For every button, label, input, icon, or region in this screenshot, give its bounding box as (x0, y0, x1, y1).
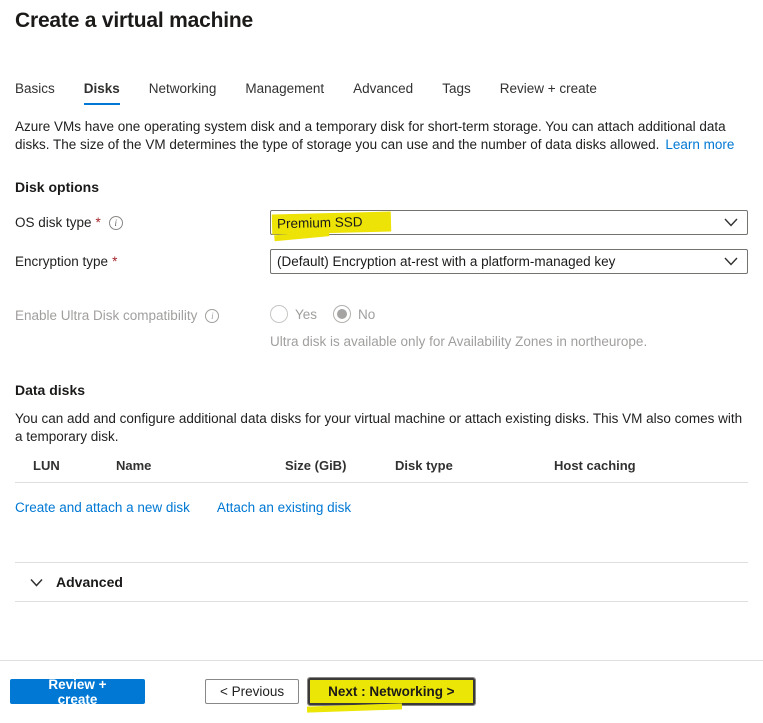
os-disk-type-value: Premium SSD (272, 211, 391, 234)
tab-disks[interactable]: Disks (84, 81, 120, 105)
attach-existing-disk-link[interactable]: Attach an existing disk (217, 500, 351, 515)
ultra-disk-field: Yes No Ultra disk is available only for … (270, 305, 647, 349)
create-vm-page: Create a virtual machine Basics Disks Ne… (0, 0, 763, 602)
os-disk-type-row: OS disk type * i Premium SSD (15, 210, 748, 235)
table-divider (15, 482, 748, 483)
tab-review-create[interactable]: Review + create (500, 81, 597, 105)
os-disk-type-select[interactable]: Premium SSD (270, 210, 748, 235)
ultra-disk-label: Enable Ultra Disk compatibility i (15, 308, 270, 323)
ultra-disk-row: Enable Ultra Disk compatibility i Yes No… (15, 305, 748, 349)
encryption-type-value: (Default) Encryption at-rest with a plat… (277, 254, 615, 269)
os-disk-type-label-text: OS disk type (15, 215, 92, 230)
page-title: Create a virtual machine (15, 0, 748, 33)
previous-button[interactable]: < Previous (205, 679, 299, 704)
required-asterisk: * (112, 254, 117, 269)
divider (15, 601, 748, 602)
tab-tags[interactable]: Tags (442, 81, 471, 105)
data-disks-heading: Data disks (15, 382, 748, 398)
ultra-disk-option-yes[interactable]: Yes (270, 305, 317, 323)
advanced-section: Advanced (15, 562, 748, 602)
required-asterisk: * (96, 215, 101, 230)
column-header-host-caching: Host caching (554, 458, 748, 473)
review-create-button[interactable]: Review + create (10, 679, 145, 704)
intro-body: Azure VMs have one operating system disk… (15, 119, 726, 152)
column-header-lun: LUN (33, 458, 116, 473)
info-icon[interactable]: i (205, 309, 219, 323)
ultra-disk-option-no[interactable]: No (333, 305, 375, 323)
chevron-down-icon (724, 257, 738, 266)
option-yes-label: Yes (295, 307, 317, 322)
learn-more-link[interactable]: Learn more (665, 137, 734, 152)
column-header-size: Size (GiB) (285, 458, 395, 473)
data-disks-description: You can add and configure additional dat… (15, 410, 751, 445)
ultra-disk-hint: Ultra disk is available only for Availab… (270, 334, 647, 349)
tab-networking[interactable]: Networking (149, 81, 217, 105)
ultra-disk-label-text: Enable Ultra Disk compatibility (15, 308, 197, 323)
radio-unchecked-icon (270, 305, 288, 323)
tab-management[interactable]: Management (245, 81, 324, 105)
create-attach-new-disk-link[interactable]: Create and attach a new disk (15, 500, 190, 515)
chevron-down-icon (724, 218, 738, 227)
encryption-type-label: Encryption type * (15, 254, 270, 269)
tab-basics[interactable]: Basics (15, 81, 55, 105)
column-header-disk-type: Disk type (395, 458, 554, 473)
disk-options-heading: Disk options (15, 179, 748, 195)
encryption-type-select[interactable]: (Default) Encryption at-rest with a plat… (270, 249, 748, 274)
info-icon[interactable]: i (109, 216, 123, 230)
encryption-type-label-text: Encryption type (15, 254, 108, 269)
column-header-name: Name (116, 458, 285, 473)
data-disks-table-header: LUN Name Size (GiB) Disk type Host cachi… (15, 458, 748, 473)
next-networking-button[interactable]: Next : Networking > (308, 678, 474, 705)
data-disk-links: Create and attach a new disk Attach an e… (15, 500, 748, 515)
os-disk-type-label: OS disk type * i (15, 215, 270, 230)
intro-text: Azure VMs have one operating system disk… (15, 118, 751, 153)
tab-advanced[interactable]: Advanced (353, 81, 413, 105)
encryption-type-row: Encryption type * (Default) Encryption a… (15, 249, 748, 274)
wizard-tabs: Basics Disks Networking Management Advan… (15, 81, 748, 105)
advanced-label: Advanced (56, 574, 123, 590)
ultra-disk-radio-group: Yes No (270, 305, 647, 323)
advanced-expander[interactable]: Advanced (15, 563, 748, 601)
wizard-footer: Review + create < Previous Next : Networ… (0, 660, 763, 705)
chevron-down-icon (30, 578, 43, 587)
option-no-label: No (358, 307, 375, 322)
radio-checked-icon (333, 305, 351, 323)
